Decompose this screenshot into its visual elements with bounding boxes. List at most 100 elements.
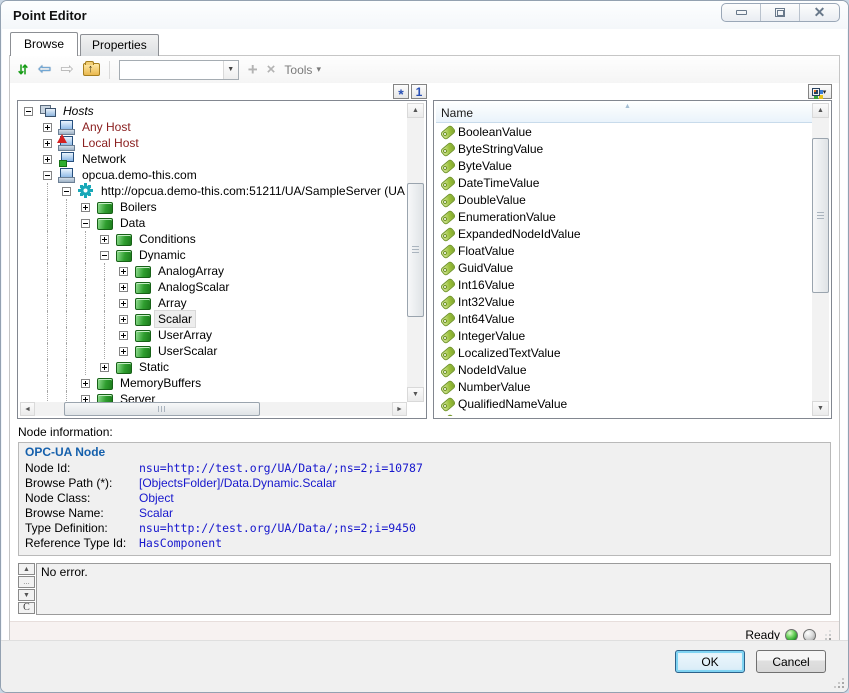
tree-vscroll-thumb[interactable] [407,183,424,318]
add-icon[interactable]: + [248,61,258,78]
close-button[interactable]: ✕ [800,4,839,21]
address-combobox[interactable]: ▼ [119,60,239,80]
tree-item[interactable]: AnalogArray [20,263,409,279]
collapse-level-button[interactable]: 1 [411,84,427,99]
tree-item-label[interactable]: UserScalar [155,343,220,359]
list-item[interactable]: Int64Value [436,310,812,327]
collapse-icon[interactable] [77,215,96,231]
cancel-button[interactable]: Cancel [756,650,826,673]
list-item[interactable]: Int16Value [436,276,812,293]
scroll-down-icon[interactable]: ▼ [407,387,424,402]
tree-item-label[interactable]: opcua.demo-this.com [79,167,200,183]
tree-item-label[interactable]: AnalogArray [155,263,227,279]
list-item[interactable]: QualifiedNameValue [436,395,812,412]
tree-item[interactable]: MemoryBuffers [20,375,409,391]
tree-item-label[interactable]: Server [117,391,158,402]
forward-icon[interactable]: ⇨ [60,62,73,78]
tree-item-label[interactable]: UserArray [155,327,215,343]
collapse-icon[interactable] [20,103,39,119]
tab-browse[interactable]: Browse [10,32,78,56]
tree-item[interactable]: Local Host [20,135,409,151]
list-item[interactable]: EnumerationValue [436,208,812,225]
expand-icon[interactable] [39,135,58,151]
tree-item[interactable]: Boilers [20,199,409,215]
error-up-button[interactable]: ▲ [18,563,35,575]
list-vscroll-track[interactable] [812,118,829,401]
tree-item[interactable]: Any Host [20,119,409,135]
combobox-dropdown-icon[interactable]: ▼ [223,61,238,79]
tree-hscroll-track[interactable] [35,402,392,416]
list-item[interactable]: Int32Value [436,293,812,310]
scroll-right-icon[interactable]: ► [392,402,407,416]
tree-item[interactable]: Scalar [20,311,409,327]
tree-item-label[interactable]: Array [155,295,190,311]
tree-item[interactable]: opcua.demo-this.com [20,167,409,183]
error-more-button[interactable]: … [18,576,35,588]
list-item[interactable]: LocalizedTextValue [436,344,812,361]
resize-grip[interactable] [834,678,844,688]
scroll-up-icon[interactable]: ▲ [407,103,424,118]
tree-item[interactable]: UserArray [20,327,409,343]
tree-item[interactable]: http://opcua.demo-this.com:51211/UA/Samp… [20,183,409,199]
expand-icon[interactable] [96,231,115,247]
error-copy-button[interactable]: C [18,602,35,614]
list-item[interactable]: ByteValue [436,157,812,174]
collapse-icon[interactable] [96,247,115,263]
expand-icon[interactable] [115,263,134,279]
scroll-left-icon[interactable]: ◄ [20,402,35,416]
tree-item[interactable]: Hosts [20,103,409,119]
tools-menu-button[interactable]: Tools ▾ [284,63,321,77]
list-column-header-name[interactable]: Name ▲ [436,103,812,123]
tree-item-label[interactable]: Any Host [79,119,134,135]
expand-icon[interactable] [77,375,96,391]
expand-icon[interactable] [115,327,134,343]
expand-icon[interactable] [115,311,134,327]
tree-item[interactable]: Dynamic [20,247,409,263]
tree-item-label[interactable]: Dynamic [136,247,189,263]
expand-all-button[interactable]: * [393,84,409,99]
tree-item[interactable]: Server [20,391,409,402]
tree-item-label[interactable]: Static [136,359,172,375]
list-vscroll-thumb[interactable] [812,138,829,294]
expand-icon[interactable] [96,359,115,375]
collapse-icon[interactable] [58,183,77,199]
expand-icon[interactable] [77,199,96,215]
tree-item[interactable]: Conditions [20,231,409,247]
scroll-down-icon[interactable]: ▼ [812,401,829,416]
tree-item[interactable]: UserScalar [20,343,409,359]
delete-icon[interactable]: × [267,62,276,77]
list-item[interactable]: BooleanValue [436,123,812,140]
refresh-icon[interactable]: ⇆ [17,64,30,75]
tab-properties[interactable]: Properties [80,34,159,56]
tree-item-label[interactable]: Local Host [79,135,142,151]
expand-icon[interactable] [115,343,134,359]
view-options-button[interactable]: ▾ [808,84,832,99]
tree-item-label[interactable]: Boilers [117,199,160,215]
tree-item-label[interactable]: Conditions [136,231,199,247]
tree-item[interactable]: Static [20,359,409,375]
expand-icon[interactable] [115,279,134,295]
expand-icon[interactable] [77,391,96,402]
collapse-icon[interactable] [39,167,58,183]
list-item[interactable]: DateTimeValue [436,174,812,191]
expand-icon[interactable] [115,295,134,311]
list-item[interactable]: FloatValue [436,242,812,259]
tree-item-label[interactable]: Data [117,215,148,231]
folder-up-icon[interactable]: ↑ [83,63,100,76]
ok-button[interactable]: OK [675,650,745,673]
tree-item[interactable]: AnalogScalar [20,279,409,295]
tree-item[interactable]: Data [20,215,409,231]
list-item[interactable]: ByteStringValue [436,140,812,157]
tree-item-label[interactable]: AnalogScalar [155,279,232,295]
tree-item-label[interactable]: Hosts [60,103,97,119]
tree-item-label[interactable]: MemoryBuffers [117,375,204,391]
tree-item-label[interactable]: Network [79,151,129,167]
expand-icon[interactable] [39,151,58,167]
tree-vscroll-track[interactable] [407,118,424,387]
tree-item[interactable]: Network [20,151,409,167]
tree-hscroll-thumb[interactable] [64,402,260,416]
back-icon[interactable]: ⇦ [38,62,51,78]
list-vertical-scrollbar[interactable]: ▲ ▼ [812,103,829,416]
list-item[interactable]: DoubleValue [436,191,812,208]
tree-item-label[interactable]: Scalar [155,311,195,327]
